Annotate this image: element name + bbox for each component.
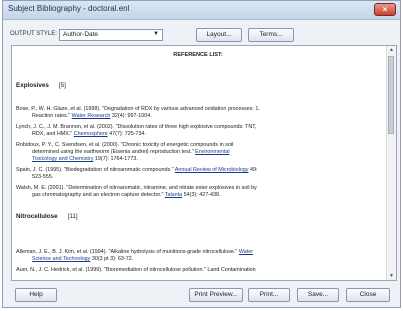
reference-entry: Walsh, M. E. (2001). "Determination of n…	[16, 185, 380, 199]
entry-text: 54(3): 427-438.	[182, 192, 221, 199]
window-close-button[interactable]: ×	[374, 3, 396, 16]
entry-text: Alleman, J. E., B. J. Kim, et al. (1994)…	[16, 249, 239, 255]
toolbar: OUTPUT STYLE: Author-Date ▼ Layout... Te…	[3, 21, 400, 47]
layout-button[interactable]: Layout...	[196, 28, 242, 42]
reference-entry: Bose, P., W. H. Glaze, et al. (1998). "D…	[16, 106, 380, 120]
entry-text: determined using the earthworm (Eisenia …	[32, 149, 196, 156]
entry-text: 19(7): 1764-1773.	[93, 156, 138, 163]
entry-text: 30(3 pt 3): 63-72.	[90, 256, 134, 263]
save-button[interactable]: Save...	[297, 288, 339, 302]
section-heading-explosives: Explosives [5]	[16, 82, 66, 89]
help-button[interactable]: Help	[15, 288, 57, 302]
journal-link[interactable]: Annual Review of Microbiology	[175, 167, 249, 173]
journal-link[interactable]: Environmental	[195, 149, 229, 155]
reference-list-heading: REFERENCE LIST:	[173, 52, 223, 58]
section-count: [11]	[67, 213, 78, 220]
reference-entry: Alleman, J. E., B. J. Kim, et al. (1994)…	[16, 249, 380, 263]
entry-text: Robidoux, P. Y., C. Svendsen, et al. (20…	[16, 142, 234, 148]
bibliography-window: Subject Bibliography - doctoral.enl × OU…	[2, 0, 401, 308]
output-style-label: OUTPUT STYLE:	[10, 31, 57, 37]
entry-text: Reaction rates."	[32, 113, 72, 120]
entry-text: Spain, J. C. (1995). "Biodegradation of …	[16, 167, 175, 173]
section-count: [5]	[58, 82, 66, 89]
title-bar[interactable]: Subject Bibliography - doctoral.enl ×	[3, 1, 400, 20]
entry-text: 47(7): 725-734.	[107, 131, 146, 138]
output-style-value: Author-Date	[63, 31, 99, 38]
journal-link[interactable]: Water	[239, 249, 253, 255]
print-button[interactable]: Print...	[248, 288, 290, 302]
entry-text: Auer, N., J. C. Hedrick, et al. (1999). …	[16, 267, 256, 273]
entry-text: 523-555.	[32, 174, 54, 181]
journal-link[interactable]: Science and Technology	[32, 256, 90, 262]
scroll-up-arrow-icon[interactable]: ▲	[387, 46, 396, 54]
window-title: Subject Bibliography - doctoral.enl	[8, 4, 130, 13]
print-preview-button[interactable]: Print Preview...	[189, 288, 243, 302]
section-title: Nitrocellulose	[16, 213, 58, 220]
bibliography-document[interactable]: REFERENCE LIST: Explosives [5] Bose, P., …	[11, 45, 397, 281]
output-style-select[interactable]: Author-Date ▼	[59, 29, 163, 41]
terms-button[interactable]: Terms...	[248, 28, 294, 42]
reference-entry: Lynch, J. C., J. M. Brannon, et al. (200…	[16, 124, 380, 138]
entry-text: Bose, P., W. H. Glaze, et al. (1998). "D…	[16, 106, 260, 112]
entry-text: Walsh, M. E. (2001). "Determination of n…	[16, 185, 257, 191]
entry-text: 49:	[248, 167, 258, 173]
reference-entry: Auer, N., J. C. Hedrick, et al. (1999). …	[16, 267, 380, 274]
journal-link[interactable]: Chemosphere	[74, 131, 108, 137]
reference-entry: Robidoux, P. Y., C. Svendsen, et al. (20…	[16, 142, 380, 164]
entry-text: 32(4): 997-1004.	[110, 113, 152, 120]
journal-link[interactable]: Toxicology and Chemistry	[32, 156, 93, 162]
section-heading-nitrocellulose: Nitrocellulose [11]	[16, 213, 78, 220]
scrollbar-thumb[interactable]	[388, 56, 394, 134]
chevron-down-icon: ▼	[153, 31, 159, 37]
entry-text: RDX, and HMX."	[32, 131, 74, 138]
scroll-down-arrow-icon[interactable]: ▼	[387, 272, 396, 280]
reference-entry: Spain, J. C. (1995). "Biodegradation of …	[16, 167, 380, 181]
vertical-scrollbar[interactable]: ▲ ▼	[386, 46, 396, 280]
entry-text: gas chromatography and an electron captu…	[32, 192, 165, 199]
close-button[interactable]: Close	[346, 288, 390, 302]
section-title: Explosives	[16, 82, 49, 89]
journal-link[interactable]: Water Research	[72, 113, 111, 119]
journal-link[interactable]: Talanta	[165, 192, 182, 198]
entry-text: Lynch, J. C., J. M. Brannon, et al. (200…	[16, 124, 257, 130]
